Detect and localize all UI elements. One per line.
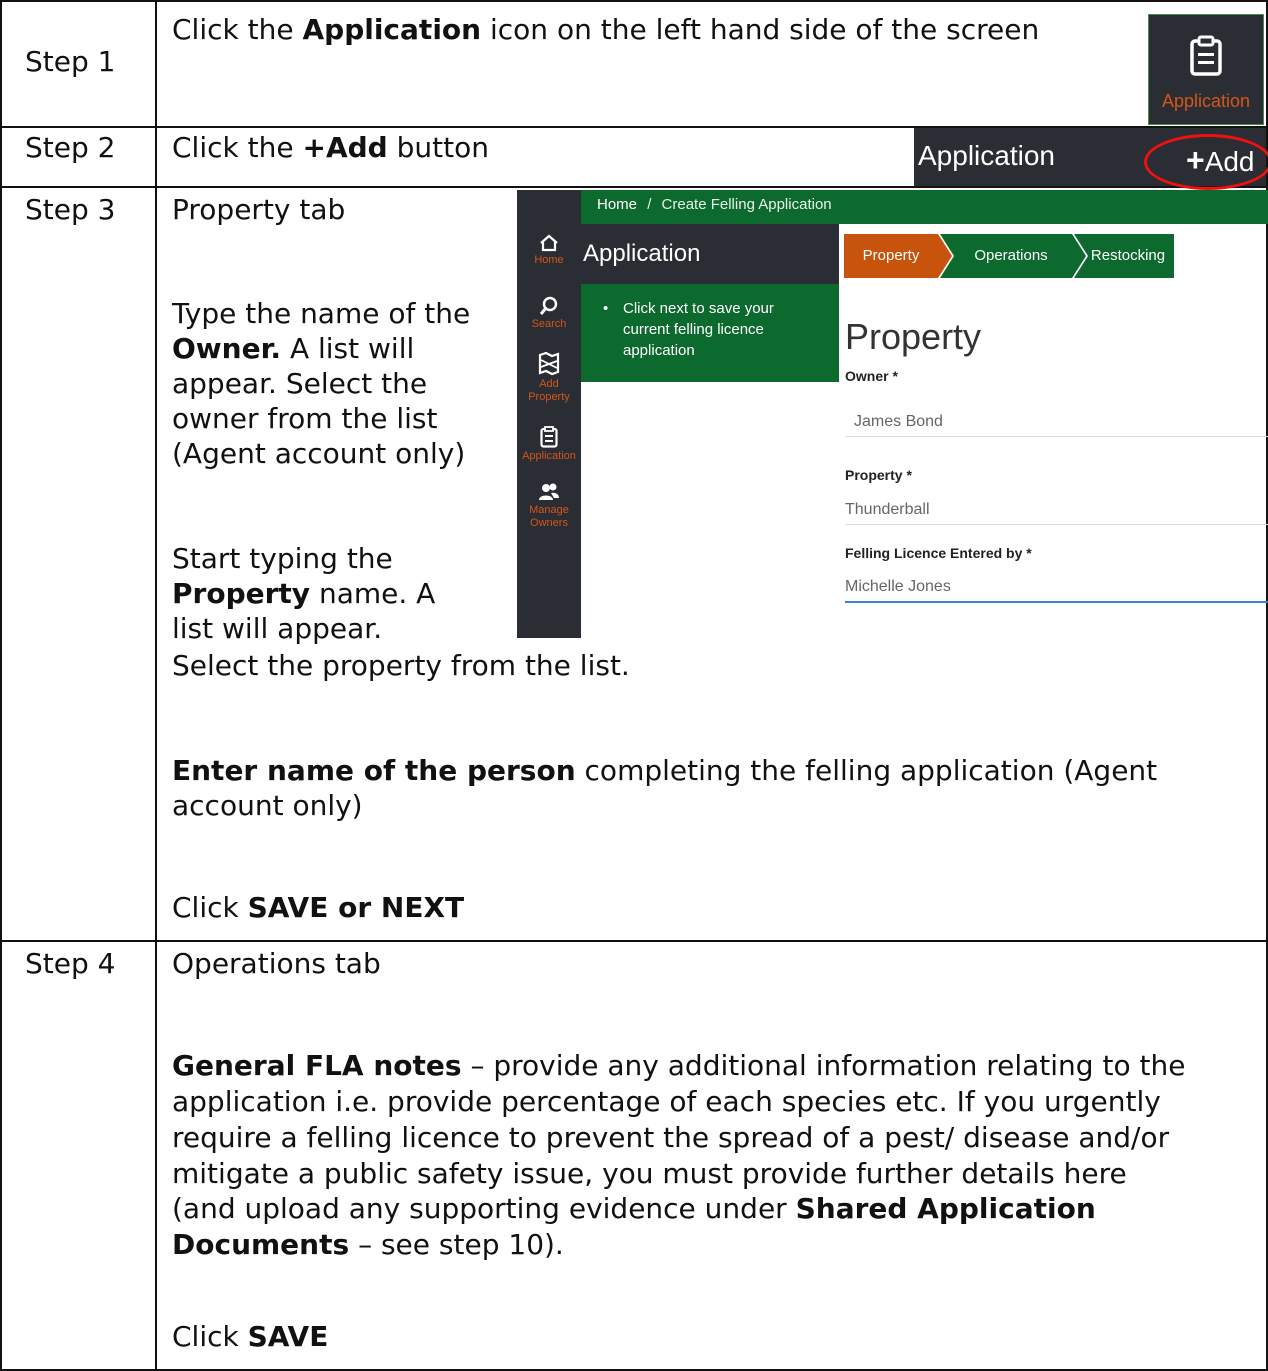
step-1-instruction: Click the Application icon on the left h… — [172, 13, 1040, 46]
felling-application-screenshot: Home Search Add Property Application Man… — [517, 190, 1268, 638]
nav-item-application[interactable]: Application — [517, 426, 581, 463]
owner-instruction-line: appear. Select the — [172, 367, 428, 400]
clipboard-icon — [1189, 35, 1223, 85]
step-4-tab-line: Operations tab — [172, 947, 381, 980]
tab-restocking[interactable]: Restocking — [1086, 234, 1170, 278]
notes-line: mitigate a public safety issue, you must… — [172, 1157, 1127, 1190]
instructions-table: Step 1 Click the Application icon on the… — [0, 0, 1268, 1371]
toolbar-title: Application — [918, 140, 1055, 171]
table-border — [0, 0, 1268, 2]
tab-operations[interactable]: Operations — [952, 234, 1070, 278]
property-instruction-line: Select the property from the list. — [172, 649, 630, 682]
property-field[interactable]: Thunderball — [845, 500, 1265, 520]
table-border — [155, 0, 157, 1371]
field-underline-focused — [845, 601, 1268, 603]
nav-item-manage-owners[interactable]: Manage Owners — [517, 482, 581, 530]
bullet-icon: • — [603, 300, 609, 317]
owner-instruction-line: (Agent account only) — [172, 437, 466, 470]
step-3-tab-line: Property tab — [172, 193, 346, 226]
map-icon — [517, 352, 581, 376]
step-label: Step 3 — [25, 193, 116, 226]
home-icon — [517, 234, 581, 252]
property-instruction-line: list will appear. — [172, 612, 383, 645]
notes-line: require a felling licence to prevent the… — [172, 1121, 1170, 1154]
notes-line: Documents – see step 10). — [172, 1228, 564, 1261]
property-instruction-line: Property name. A — [172, 577, 436, 610]
nav-rail: Home Search Add Property Application Man… — [517, 190, 581, 638]
entered-by-field[interactable]: Michelle Jones — [845, 577, 1265, 597]
nav-item-add-property[interactable]: Add Property — [517, 352, 581, 404]
property-instruction-line: Start typing the — [172, 542, 393, 575]
owner-instruction-line: owner from the list — [172, 402, 438, 435]
tab-property[interactable]: Property — [844, 234, 938, 278]
breadcrumb-current: Create Felling Application — [661, 196, 832, 213]
step-3-save-line: Click SAVE or NEXT — [172, 891, 465, 924]
owner-field[interactable]: James Bond — [854, 412, 1268, 432]
step-2-instruction: Click the +Add button — [172, 131, 489, 164]
nav-item-search[interactable]: Search — [517, 296, 581, 331]
help-text: Click next to save your current felling … — [623, 300, 774, 359]
person-instruction-line: Enter name of the person completing the … — [172, 754, 1158, 787]
application-nav-label: Application — [1161, 91, 1251, 111]
panel-title: Application — [581, 224, 839, 284]
nav-item-home[interactable]: Home — [517, 234, 581, 267]
table-border — [0, 0, 2, 1371]
owner-instruction-line: Type the name of the — [172, 297, 471, 330]
table-border — [0, 186, 1268, 188]
field-underline — [845, 524, 1268, 525]
clipboard-icon — [517, 426, 581, 448]
highlight-circle — [1144, 134, 1268, 190]
step-label: Step 4 — [25, 947, 116, 980]
field-underline — [845, 436, 1268, 437]
users-icon — [517, 482, 581, 502]
search-icon — [517, 296, 581, 316]
step-label: Step 1 — [25, 45, 116, 78]
step-4-save-line: Click SAVE — [172, 1320, 329, 1353]
notes-line: (and upload any supporting evidence unde… — [172, 1192, 1096, 1225]
property-label: Property * — [845, 467, 912, 483]
application-nav-button[interactable]: Application — [1148, 14, 1264, 125]
help-panel: • Click next to save your current fellin… — [581, 284, 839, 382]
person-instruction-line: account only) — [172, 789, 363, 822]
owner-instruction-line: Owner. A list will — [172, 332, 415, 365]
tab-bar: Property Operations Restocking — [844, 234, 1174, 278]
step-label: Step 2 — [25, 131, 116, 164]
breadcrumb-separator: / — [647, 196, 652, 213]
table-border — [0, 940, 1268, 942]
entered-by-label: Felling Licence Entered by * — [845, 545, 1032, 561]
breadcrumb: Home / Create Felling Application — [581, 190, 1268, 224]
owner-label: Owner * — [845, 368, 898, 384]
form-title: Property — [845, 316, 982, 357]
notes-line: application i.e. provide percentage of e… — [172, 1085, 1161, 1118]
application-toolbar: Application +Add — [914, 128, 1268, 190]
breadcrumb-home-link[interactable]: Home — [597, 196, 637, 213]
notes-line: General FLA notes – provide any addition… — [172, 1049, 1186, 1082]
